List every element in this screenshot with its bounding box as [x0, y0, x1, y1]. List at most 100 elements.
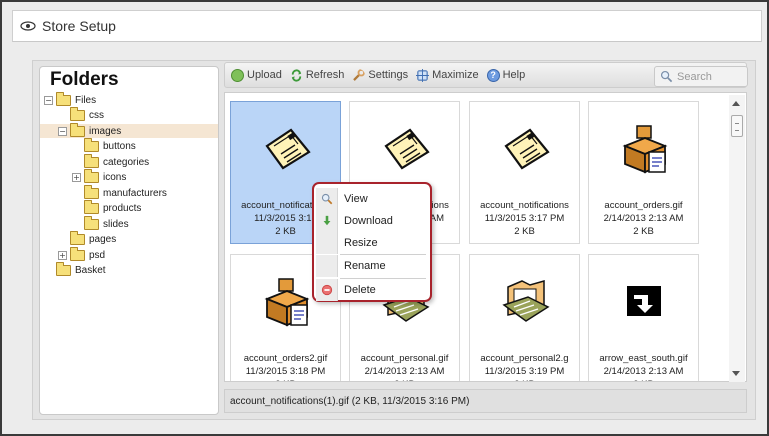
folder-tree-item[interactable]: categories: [40, 153, 218, 169]
folder-icon: [70, 231, 85, 245]
file-info: account_orders2.gif 11/3/2015 3:18 PM2 KB: [231, 352, 340, 381]
context-menu-resize-label: Resize: [344, 237, 378, 249]
folder-tree-label: Files: [75, 94, 97, 106]
wrench-icon: [353, 68, 366, 81]
folder-icon: [84, 138, 99, 152]
magnifier-icon: [316, 188, 338, 210]
box-clipboard-icon: [261, 277, 313, 327]
context-menu-download[interactable]: Download: [316, 210, 428, 232]
file-grid: account_notifications 11/3/2015 3:16 2 KB a…: [224, 92, 747, 382]
file-date: 2/14/2013 2:13 AM: [603, 366, 684, 377]
maximize-label: Maximize: [432, 69, 479, 81]
search-icon: [660, 70, 673, 83]
folder-tree-label: images: [89, 125, 122, 137]
folder-icon: [84, 215, 99, 230]
delete-icon: [316, 279, 338, 301]
file-tile[interactable]: account_orders.gif 2/14/2013 2:13 AM 2 KB: [588, 101, 699, 244]
eye-icon: [20, 21, 36, 31]
scrollbar-thumb[interactable]: [731, 115, 743, 137]
file-size: 2 KB: [350, 378, 459, 381]
folder-tree-item[interactable]: products: [40, 200, 218, 216]
file-size: 2 KB: [514, 226, 535, 237]
context-menu-delete[interactable]: Delete: [316, 279, 428, 301]
letter-icon: [500, 124, 552, 174]
folder-tree-label: pages: [89, 234, 117, 245]
file-info: account_personal2.g 11/3/2015 3:19 PM2 KB: [470, 352, 579, 381]
help-icon: ?: [486, 68, 500, 82]
folder-tree-label: slides: [103, 218, 129, 230]
open-folder-icon: [56, 91, 71, 106]
folder-icon: [70, 107, 85, 121]
help-label: Help: [502, 69, 526, 81]
folder-tree-item[interactable]: + psd: [40, 246, 218, 262]
settings-button[interactable]: Settings: [352, 68, 409, 82]
rename-icon: [316, 255, 338, 277]
folder-tree-label: products: [103, 203, 142, 214]
folder-tree-item[interactable]: Basket: [40, 262, 218, 278]
scroll-down-arrow-icon[interactable]: [732, 371, 740, 376]
file-name: account_orders2.gif: [243, 353, 328, 364]
folder-tree-item[interactable]: pages: [40, 231, 218, 247]
folder-papers-icon: [500, 277, 552, 327]
folder-tree-label: icons: [103, 172, 127, 183]
file-date: 11/3/2015 3:19 PM: [484, 366, 565, 377]
collapse-icon[interactable]: −: [58, 126, 67, 136]
folder-tree-item[interactable]: − images: [40, 122, 218, 138]
upload-label: Upload: [247, 69, 282, 81]
context-menu: View Download Resize Rename Delete: [312, 182, 432, 302]
file-tile[interactable]: account_personal2.g 11/3/2015 3:19 PM2 KB: [469, 254, 580, 381]
scroll-up-arrow-icon[interactable]: [732, 101, 740, 106]
context-menu-download-label: Download: [344, 215, 393, 227]
refresh-icon: [291, 68, 302, 82]
context-menu-view[interactable]: View: [316, 188, 428, 210]
folder-tree-label: buttons: [103, 141, 136, 152]
file-name: account_personal2.g: [480, 353, 569, 364]
file-tile[interactable]: arrow_east_south.gif 2/14/2013 2:13 AM2 K…: [588, 254, 699, 381]
download-arrow-icon: [316, 210, 338, 232]
status-text: account_notifications(1).gif (2 KB, 11/3…: [230, 395, 470, 407]
help-button[interactable]: ? Help: [486, 68, 526, 82]
file-name: account_notifications: [480, 200, 569, 211]
folder-tree-item[interactable]: css: [40, 107, 218, 123]
letter-icon: [380, 124, 432, 174]
folder-tree-item[interactable]: buttons: [40, 138, 218, 154]
status-bar: account_notifications(1).gif (2 KB, 11/3…: [224, 389, 747, 413]
maximize-button[interactable]: Maximize: [416, 68, 479, 82]
context-menu-rename-label: Rename: [344, 260, 386, 272]
folder-tree-item[interactable]: + icons: [40, 169, 218, 185]
window-title: Store Setup: [42, 18, 116, 34]
context-menu-resize[interactable]: Resize: [316, 232, 428, 254]
arrow-east-south-icon: [619, 277, 671, 327]
context-menu-rename[interactable]: Rename: [316, 255, 428, 277]
settings-label: Settings: [368, 69, 409, 81]
search-input[interactable]: Search: [654, 66, 748, 87]
file-info: account_personal.gif 2/14/2013 2:13 AM2 K…: [350, 352, 459, 381]
folder-tree-item[interactable]: slides: [40, 215, 218, 231]
folder-tree-label: categories: [103, 156, 150, 168]
search-placeholder: Search: [677, 70, 712, 83]
folder-tree-label: psd: [89, 249, 106, 261]
expand-icon[interactable]: +: [58, 250, 67, 260]
file-size: 2 KB: [589, 378, 698, 381]
maximize-icon: [416, 68, 430, 82]
expand-icon[interactable]: +: [72, 173, 81, 182]
file-name: account_orders.gif: [604, 200, 683, 211]
file-date: 11/3/2015 3:18 PM: [245, 366, 326, 377]
folders-panel: Folders − Files css − images buttons categorie…: [39, 66, 219, 415]
folder-tree-item[interactable]: manufacturers: [40, 184, 218, 200]
file-info: arrow_east_south.gif 2/14/2013 2:13 AM2 K…: [589, 352, 698, 381]
refresh-label: Refresh: [305, 69, 345, 81]
upload-icon: [231, 68, 244, 82]
folder-tree-item[interactable]: − Files: [40, 91, 218, 107]
folder-tree-label: manufacturers: [103, 187, 167, 199]
refresh-button[interactable]: Refresh: [290, 68, 345, 82]
folder-icon: [70, 246, 85, 261]
resize-icon: [316, 232, 338, 254]
file-tile[interactable]: account_notifications 11/3/2015 3:17 PM 2 …: [469, 101, 580, 244]
upload-button[interactable]: Upload: [231, 68, 282, 82]
folder-icon: [84, 153, 99, 168]
file-name: arrow_east_south.gif: [599, 353, 688, 364]
file-grid-scrollbar[interactable]: [729, 95, 745, 382]
collapse-icon[interactable]: −: [44, 95, 53, 105]
folder-icon: [84, 200, 99, 214]
